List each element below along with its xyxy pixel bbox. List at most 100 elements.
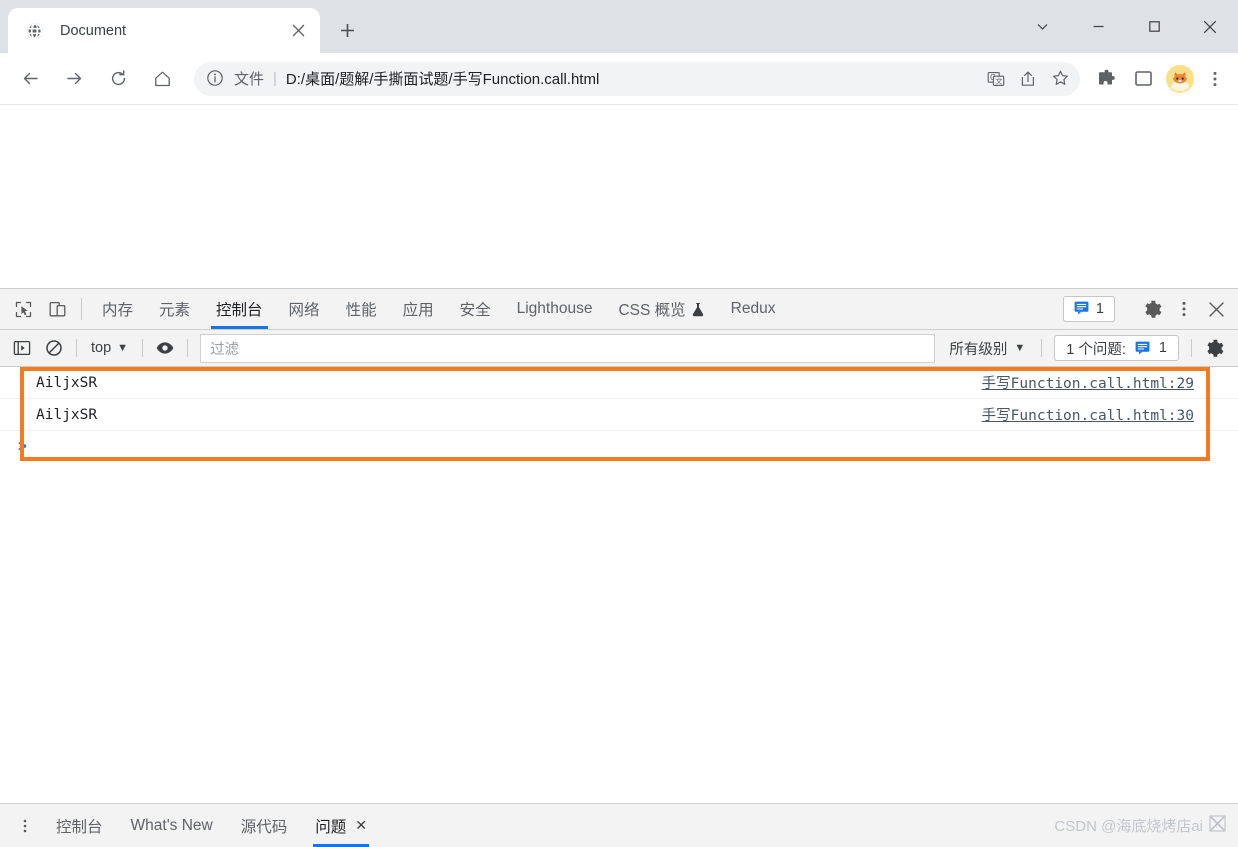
console-settings-gear-icon[interactable] xyxy=(1198,334,1230,362)
message-icon xyxy=(1074,300,1089,319)
tab-label: 控制台 xyxy=(216,302,263,319)
message-icon xyxy=(1135,340,1150,357)
tab-label: Redux xyxy=(730,300,776,317)
devtools-drawer: 控制台 What's New 源代码 问题 ✕ CSDN @海底烧烤店ai xyxy=(0,803,1238,847)
divider xyxy=(1041,339,1043,357)
chevron-down-icon[interactable] xyxy=(1014,5,1070,49)
log-level-selector[interactable]: 所有级别 ▼ xyxy=(939,338,1035,359)
translate-icon[interactable]: G 文 xyxy=(982,65,1010,93)
window-controls xyxy=(1014,0,1238,53)
globe-icon xyxy=(26,22,44,40)
forward-arrow-icon[interactable] xyxy=(57,62,91,96)
drawer-tab-console[interactable]: 控制台 xyxy=(42,804,117,847)
devtools-tab-bar: 内存 元素 控制台 网络 性能 应用 安全 Lighthouse CSS 概览 … xyxy=(0,289,1238,330)
issues-count: 1 xyxy=(1158,340,1167,356)
drawer-menu-icon[interactable] xyxy=(8,804,42,847)
devtools-tabbar-actions: 1 xyxy=(1057,289,1238,329)
reload-icon[interactable] xyxy=(101,62,135,96)
issues-summary-button[interactable]: 1 个问题: 1 xyxy=(1054,335,1179,361)
address-bar[interactable]: 文件 | D:/桌面/题解/手撕面试题/手写Function.call.html… xyxy=(194,61,1080,96)
devtools-tab-network[interactable]: 网络 xyxy=(276,289,333,329)
execution-context-selector[interactable]: top ▼ xyxy=(83,340,136,356)
divider xyxy=(187,339,189,357)
window-close-icon[interactable] xyxy=(1182,5,1238,49)
console-filter-bar: top ▼ 过滤 所有级别 ▼ 1 个问题: 1 xyxy=(0,330,1238,367)
devtools-tab-css-overview[interactable]: CSS 概览 xyxy=(605,289,717,329)
console-prompt-caret: > xyxy=(18,437,27,455)
url-separator: | xyxy=(273,70,277,87)
info-circle-icon[interactable] xyxy=(206,69,226,89)
console-row-list: AiljxSR 手写Function.call.html:29 AiljxSR … xyxy=(0,367,1238,461)
side-panel-icon[interactable] xyxy=(1128,64,1158,94)
tab-label: 应用 xyxy=(402,302,434,319)
star-icon[interactable] xyxy=(1046,65,1074,93)
drawer-tab-close-icon[interactable]: ✕ xyxy=(355,817,367,834)
tab-label: 性能 xyxy=(345,302,377,319)
watermark-mark-icon xyxy=(1209,815,1226,836)
live-expression-eye-icon[interactable] xyxy=(149,334,181,362)
console-source-link[interactable]: 手写Function.call.html:29 xyxy=(982,372,1194,393)
clear-console-icon[interactable] xyxy=(38,334,70,362)
tab-label: 内存 xyxy=(102,302,134,319)
back-arrow-icon[interactable] xyxy=(13,62,47,96)
flask-icon xyxy=(691,302,705,317)
execution-context-label: top xyxy=(91,340,112,356)
chevron-down-icon: ▼ xyxy=(117,342,129,354)
console-filter-input[interactable]: 过滤 xyxy=(200,333,936,363)
console-message-row[interactable]: AiljxSR 手写Function.call.html:29 xyxy=(0,367,1238,399)
maximize-icon[interactable] xyxy=(1126,5,1182,49)
tab-label: 网络 xyxy=(288,302,320,319)
console-sidebar-icon[interactable] xyxy=(6,334,38,362)
omnibox-actions: G 文 xyxy=(978,65,1074,93)
drawer-tab-sources[interactable]: 源代码 xyxy=(227,804,302,847)
home-icon[interactable] xyxy=(145,62,179,96)
devtools-tab-redux[interactable]: Redux xyxy=(718,289,789,329)
new-tab-button[interactable] xyxy=(332,15,362,45)
devtools-tab-console[interactable]: 控制台 xyxy=(203,289,276,329)
message-count-badge[interactable]: 1 xyxy=(1062,296,1115,322)
avatar[interactable] xyxy=(1166,64,1194,93)
devtools-tab-security[interactable]: 安全 xyxy=(447,289,504,329)
tab-label: 元素 xyxy=(159,302,191,319)
drawer-tab-label: 源代码 xyxy=(240,818,288,836)
minimize-icon[interactable] xyxy=(1070,5,1126,49)
devtools-tab-application[interactable]: 应用 xyxy=(390,289,447,329)
divider xyxy=(142,339,144,357)
page-viewport xyxy=(0,105,1238,288)
tab-label: Lighthouse xyxy=(516,300,593,317)
devtools-panel: 内存 元素 控制台 网络 性能 应用 安全 Lighthouse CSS 概览 … xyxy=(0,288,1238,847)
devtools-tab-elements[interactable]: 元素 xyxy=(146,289,203,329)
svg-text:文: 文 xyxy=(995,76,1002,85)
console-message-row[interactable]: AiljxSR 手写Function.call.html:30 xyxy=(0,399,1238,431)
device-toolbar-icon[interactable] xyxy=(40,289,74,329)
console-output[interactable]: AiljxSR 手写Function.call.html:29 AiljxSR … xyxy=(0,367,1238,803)
drawer-tab-issues[interactable]: 问题 ✕ xyxy=(301,804,381,847)
filter-placeholder: 过滤 xyxy=(210,341,240,358)
message-count: 1 xyxy=(1095,301,1104,317)
browser-tab[interactable]: Document xyxy=(8,8,320,53)
console-source-link[interactable]: 手写Function.call.html:30 xyxy=(982,404,1194,425)
issues-label: 1 个问题: xyxy=(1066,341,1126,358)
browser-menu-icon[interactable] xyxy=(1200,64,1230,94)
gear-icon[interactable] xyxy=(1136,294,1168,324)
tab-close-icon[interactable] xyxy=(286,19,310,43)
console-message-text: AiljxSR xyxy=(36,374,98,391)
url-text[interactable]: D:/桌面/题解/手撕面试题/手写Function.call.html xyxy=(286,68,978,89)
url-scheme-label: 文件 xyxy=(234,71,265,88)
drawer-tab-whats-new[interactable]: What's New xyxy=(117,804,227,847)
puzzle-icon[interactable] xyxy=(1092,64,1122,94)
drawer-tab-label: 问题 xyxy=(315,818,347,836)
tab-label: 安全 xyxy=(459,302,491,319)
drawer-tab-label: 控制台 xyxy=(56,818,103,836)
share-icon[interactable] xyxy=(1014,65,1042,93)
inspect-cursor-icon[interactable] xyxy=(6,289,40,329)
console-prompt[interactable]: > xyxy=(0,431,1238,461)
devtools-tab-lighthouse[interactable]: Lighthouse xyxy=(504,289,606,329)
chevron-down-icon: ▼ xyxy=(1014,342,1026,354)
devtools-more-icon[interactable] xyxy=(1168,294,1200,324)
console-message-text: AiljxSR xyxy=(36,406,98,423)
devtools-close-icon[interactable] xyxy=(1200,294,1232,324)
devtools-tab-performance[interactable]: 性能 xyxy=(333,289,390,329)
devtools-tab-memory[interactable]: 内存 xyxy=(89,289,146,329)
log-level-label: 所有级别 xyxy=(949,341,1008,358)
